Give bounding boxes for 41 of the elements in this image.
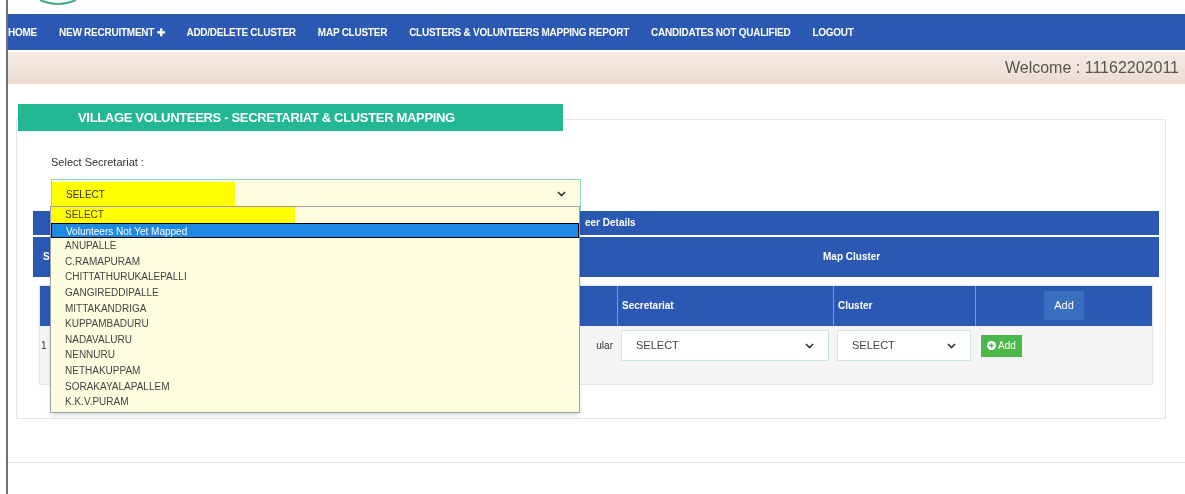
table-cell-text: ular <box>596 339 613 353</box>
nav-link[interactable]: NEW RECRUITMENT ✚ <box>59 24 165 40</box>
logo-icon <box>38 0 78 6</box>
nav-link[interactable]: ADD/DELETE CLUSTER <box>186 24 296 40</box>
cluster-select[interactable]: SELECT <box>837 330 971 361</box>
dropdown-option[interactable]: ANUPALLE <box>51 238 579 254</box>
dropdown-option[interactable]: NADAVALURU <box>51 331 579 348</box>
nav-link[interactable]: MAP CLUSTER <box>317 24 388 40</box>
row-number: 1 <box>40 339 48 353</box>
select-value: SELECT <box>52 181 235 207</box>
chevron-down-icon <box>947 342 956 349</box>
select-value: SELECT <box>852 338 895 354</box>
dropdown-option[interactable]: MITTAKANDRIGA <box>51 300 579 317</box>
field-label: Select Secretariat : <box>51 155 145 170</box>
welcome-text: Welcome : 11162202011 <box>1004 58 1179 78</box>
secretariat-select[interactable]: SELECT <box>621 330 829 361</box>
plus-circle-icon <box>987 341 996 350</box>
dropdown-option[interactable]: SELECT <box>51 207 579 223</box>
dropdown-option[interactable]: CHITTATHURUKALEPALLI <box>51 269 579 285</box>
nav-link[interactable]: LOGOUT <box>812 24 854 40</box>
add-button[interactable]: Add <box>1044 291 1084 320</box>
group-heading: Map Cluster <box>823 250 881 264</box>
nav-link[interactable]: CANDIDATES NOT QUALIFIED <box>651 24 791 40</box>
select-value: SELECT <box>636 338 679 354</box>
column-heading: Secretariat <box>622 299 674 313</box>
dropdown-option[interactable]: C.RAMAPURAM <box>51 253 579 270</box>
dropdown-option[interactable]: KUPPAMBADURU <box>51 316 579 332</box>
dropdown-option[interactable]: NENNURU <box>51 347 579 363</box>
chevron-down-icon <box>805 342 814 349</box>
dropdown-option[interactable]: K.K.V.PURAM <box>51 394 579 410</box>
column-heading: S <box>42 250 50 264</box>
dropdown-option[interactable]: GANGIREDDIPALLE <box>51 284 579 301</box>
dropdown-option[interactable]: SORAKAYALAPALLEM <box>51 378 579 395</box>
column-heading: Cluster <box>838 299 873 313</box>
nav-link[interactable]: HOME <box>8 24 37 40</box>
table-caption: eer Details <box>585 216 636 230</box>
dropdown-option[interactable]: Volunteers Not Yet Mapped <box>51 222 579 239</box>
dropdown-option[interactable]: NETHAKUPPAM <box>51 362 579 379</box>
chevron-down-icon <box>557 191 566 197</box>
panel-title: VILLAGE VOLUNTEERS - SECRETARIAT & CLUSTER MAPPING <box>18 104 563 131</box>
nav-link[interactable]: CLUSTERS & VOLUNTEERS MAPPING REPORT <box>409 24 630 40</box>
